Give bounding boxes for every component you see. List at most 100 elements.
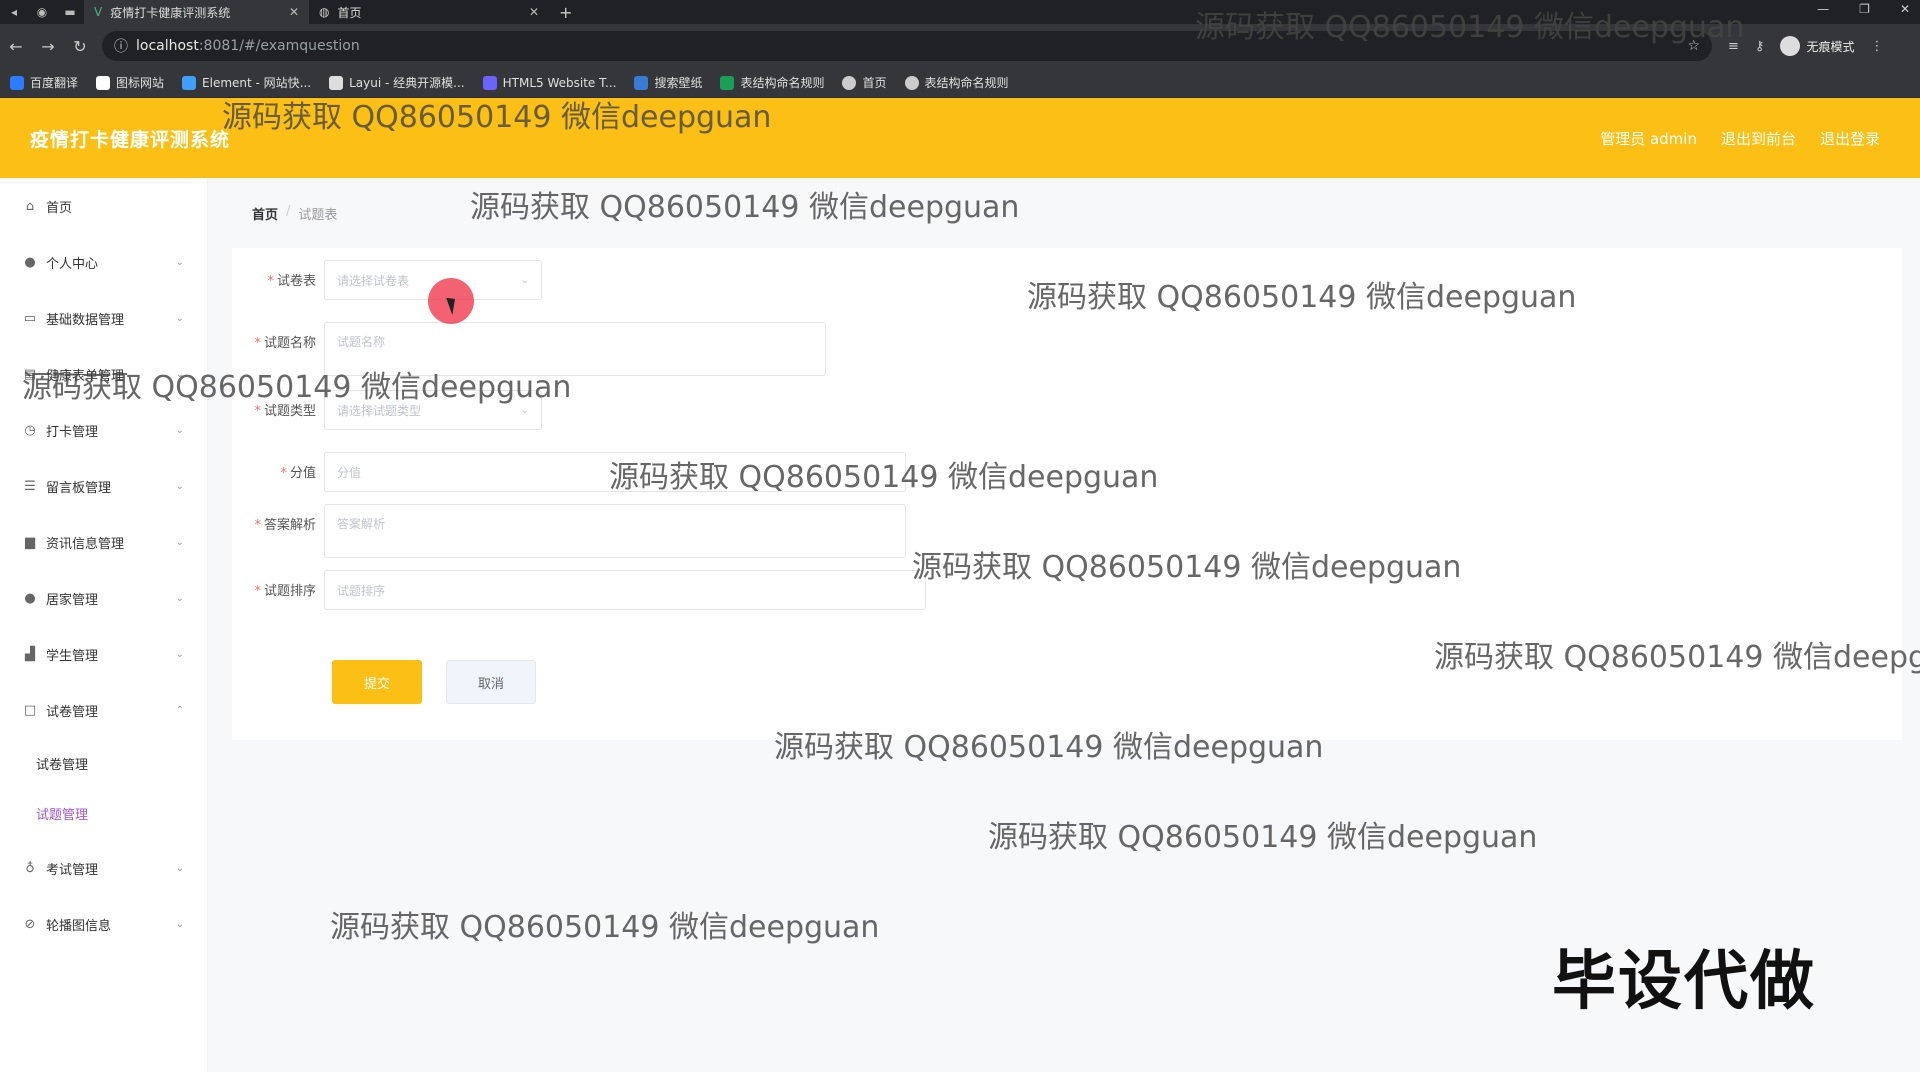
bookmark-item[interactable]: 搜索壁纸 (634, 74, 702, 91)
browser-tabbar: ◂ ◉ ▬ V 疫情打卡健康评测系统 ✕ ◍ 首页 ✕ + — ❐ ✕ (0, 0, 1920, 24)
sidebar-item-student[interactable]: ▟ 学生管理 ⌄ (0, 634, 208, 674)
data-icon: ▭ (23, 310, 37, 326)
bookmarks-bar: 百度翻译 图标网站 Element - 网站快... Layui - 经典开源模… (0, 68, 1920, 98)
order-label: * 试题排序 (254, 584, 316, 599)
restore-icon[interactable]: ❐ (1859, 2, 1870, 16)
breadcrumb-separator: / (286, 204, 291, 219)
submit-button[interactable]: 提交 (332, 660, 422, 704)
back-icon[interactable]: ← (0, 37, 32, 56)
close-icon[interactable]: ✕ (529, 5, 539, 19)
reload-icon[interactable]: ↻ (64, 37, 96, 56)
globe-icon (904, 75, 919, 90)
analysis-label: * 答案解析 (254, 518, 316, 533)
admin-label: 管理员 admin (1600, 130, 1697, 148)
globe-icon: ◍ (319, 5, 330, 19)
paper-label: * 试卷表 (267, 274, 316, 289)
bookmark-item[interactable]: HTML5 Website T... (482, 75, 616, 90)
bookmark-icon (482, 75, 497, 90)
sidebar-item-paper[interactable]: □ 试卷管理 ⌃ (0, 690, 208, 730)
sidebar-item-checkin[interactable]: ◷ 打卡管理 ⌄ (0, 410, 208, 450)
question-form: * 试卷表 请选择试卷表 ⌄ * 试题名称 试题名称 * 试题类型 请选择试题类型 ⌄… (232, 248, 1902, 740)
bookmark-item[interactable]: 表结构命名规则 (720, 74, 824, 91)
close-window-icon[interactable]: ✕ (1900, 2, 1910, 16)
incognito-badge[interactable]: 无痕模式 (1780, 36, 1854, 56)
sidebar: ⌂ 首页 ● 个人中心 ⌄ ▭ 基础数据管理 ⌄ ▤ 健康表单管理 ⌄ ◷ 打卡… (0, 178, 208, 1072)
watermark-big: 毕设代做 (1552, 945, 1816, 1019)
vue-icon: V (94, 5, 103, 19)
chevron-down-icon: ⌄ (175, 480, 184, 492)
chevron-down-icon: ⌄ (175, 424, 184, 436)
score-input[interactable]: 分值 (324, 452, 906, 492)
bookmark-icon (182, 75, 197, 90)
browser-tab-active[interactable]: V 疫情打卡健康评测系统 ✕ (84, 0, 309, 24)
sidebar-item-basic-data[interactable]: ▭ 基础数据管理 ⌄ (0, 298, 208, 338)
chevron-down-icon: ⌄ (175, 256, 184, 268)
chevron-down-icon: ⌄ (175, 648, 184, 660)
url-input[interactable]: ⓘ localhost:8081/#/examquestion ☆ (102, 31, 1712, 61)
message-icon: ☰ (24, 478, 36, 494)
news-icon: ▆ (25, 534, 35, 550)
sidebar-item-message[interactable]: ☰ 留言板管理 ⌄ (0, 466, 208, 506)
bookmark-item[interactable]: 表结构命名规则 (904, 74, 1009, 91)
bookmark-icon (634, 75, 649, 90)
home-icon: ⌂ (25, 198, 35, 214)
name-textarea[interactable]: 试题名称 (324, 322, 826, 376)
bookmark-icon (96, 75, 111, 90)
sidebar-item-profile[interactable]: ● 个人中心 ⌄ (0, 242, 208, 282)
minimize-icon[interactable]: — (1817, 2, 1829, 16)
reading-list-icon[interactable]: ≡ (1728, 39, 1739, 54)
type-label: * 试题类型 (254, 404, 316, 419)
sidebar-subitem-paper-manage[interactable]: 试卷管理 (0, 745, 208, 781)
breadcrumb-current: 试题表 (298, 208, 338, 223)
bookmark-icon (10, 75, 24, 90)
bookmark-item[interactable]: Element - 网站快... (182, 74, 311, 91)
window-controls: — ❐ ✕ (1817, 2, 1910, 16)
window-icon[interactable]: ▬ (56, 5, 84, 19)
order-input[interactable]: 试题排序 (324, 570, 926, 610)
sidebar-item-exam[interactable]: ♁ 考试管理 ⌄ (0, 848, 208, 888)
bookmark-icon (720, 75, 735, 90)
sidebar-subitem-question-manage[interactable]: 试题管理 (0, 795, 208, 831)
to-front-link[interactable]: 退出到前台 (1721, 128, 1796, 149)
address-bar: ← → ↻ ⓘ localhost:8081/#/examquestion ☆ … (0, 24, 1920, 68)
cancel-button[interactable]: 取消 (446, 660, 536, 704)
menu-icon[interactable]: ⋮ (1870, 39, 1883, 54)
app-header: 疫情打卡健康评测系统 管理员 admin 退出到前台 退出登录 (0, 98, 1920, 178)
forward-icon[interactable]: → (32, 37, 64, 56)
chevron-down-icon: ⌄ (175, 312, 184, 324)
breadcrumb-home[interactable]: 首页 (252, 204, 278, 223)
browser-icon[interactable]: ◉ (28, 5, 56, 19)
bookmark-icon (329, 75, 344, 90)
chevron-down-icon: ⌄ (175, 592, 184, 604)
analysis-textarea[interactable]: 答案解析 (324, 504, 906, 558)
new-tab-icon[interactable]: + (559, 3, 572, 22)
paper-icon: □ (23, 702, 37, 718)
user-icon: ● (24, 254, 36, 270)
home-user-icon: ● (24, 590, 36, 606)
sidebar-item-health-form[interactable]: ▤ 健康表单管理 ⌄ (0, 354, 208, 394)
info-icon[interactable]: ⓘ (114, 36, 128, 56)
type-select[interactable]: 请选择试题类型 ⌄ (324, 390, 542, 430)
chevron-down-icon: ⌄ (175, 368, 184, 380)
app-title: 疫情打卡健康评测系统 (30, 129, 231, 151)
sidebar-item-home-isolation[interactable]: ● 居家管理 ⌄ (0, 578, 208, 618)
key-icon[interactable]: ⚷ (1755, 39, 1765, 54)
sidebar-item-carousel[interactable]: ⊘ 轮播图信息 ⌄ (0, 904, 208, 944)
browser-tab[interactable]: ◍ 首页 ✕ (309, 0, 549, 24)
sidebar-item-home[interactable]: ⌂ 首页 (0, 186, 208, 226)
sidebar-item-news[interactable]: ▆ 资讯信息管理 ⌄ (0, 522, 208, 562)
close-icon[interactable]: ✕ (289, 5, 299, 19)
bookmark-item[interactable]: Layui - 经典开源模... (329, 74, 465, 91)
clock-icon: ◷ (24, 422, 36, 438)
speaker-icon[interactable]: ◂ (0, 5, 28, 19)
bookmark-item[interactable]: 首页 (842, 74, 887, 91)
bookmark-item[interactable]: 百度翻译 (10, 74, 78, 91)
form-icon: ▤ (23, 366, 37, 382)
star-icon[interactable]: ☆ (1687, 38, 1700, 54)
logout-link[interactable]: 退出登录 (1820, 128, 1880, 149)
incognito-icon (1780, 36, 1801, 56)
bookmark-item[interactable]: 图标网站 (96, 74, 164, 91)
globe-icon (842, 75, 857, 90)
chevron-down-icon: ⌄ (175, 536, 184, 548)
image-icon: ⊘ (24, 916, 36, 932)
